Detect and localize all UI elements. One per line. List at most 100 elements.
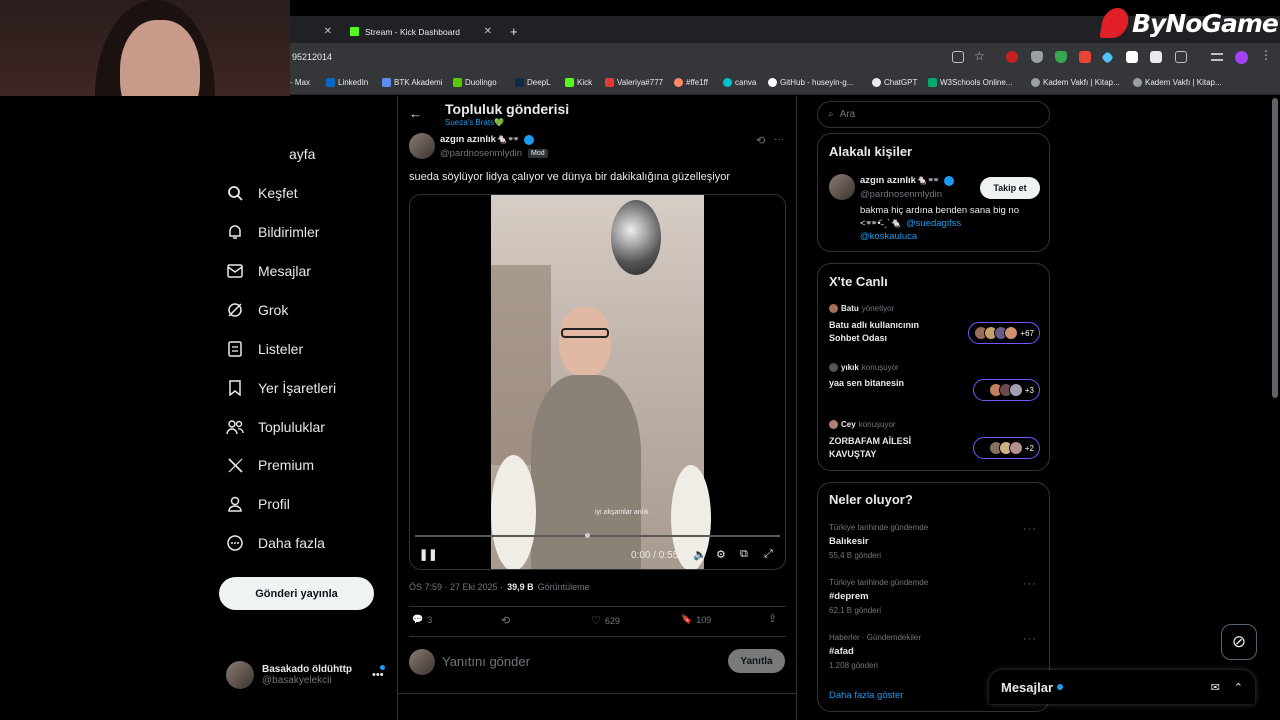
close-tab-icon[interactable]: ✕ [484,26,492,37]
sidebar-item-bookmarks[interactable]: Yer İşaretleri [226,379,336,397]
trend-more-icon[interactable]: ··· [1023,523,1037,535]
progress-handle[interactable] [585,533,590,538]
video-caption: iyi akşamlar anlık [595,509,649,516]
divider [409,606,786,607]
bookmark-item[interactable]: GitHub - huseyin-g... [768,78,853,87]
fullscreen-icon[interactable]: ⤢ [764,548,773,561]
deepl-icon [515,78,524,87]
bookmark-item[interactable]: - Max [290,78,310,87]
video-player[interactable]: iyi akşamlar anlık ❚❚ 0:00 / 0:55 🔈 ⚙ ⧉ … [409,194,786,570]
live-space-item[interactable]: Batu yönetiyor Batu adlı kullanıcının Soh… [829,304,1040,349]
bookmark-item[interactable]: canva [723,78,756,87]
abp-extension-icon[interactable] [1006,51,1018,63]
extension-icon[interactable] [1079,51,1091,63]
messages-dock[interactable]: Mesajlar ✉ ⌃ [989,670,1255,704]
show-more-link[interactable]: Daha fazla göster [829,690,903,701]
person-mention[interactable]: @koskauluca [860,231,917,242]
trend-item[interactable]: Türkiye tarihinde gündemde #deprem 62,1 … [829,578,1039,618]
live-space-item[interactable]: Cey konuşuyor ZORBAFAM AİLESİ KAVUŞTAY +2 [829,420,1040,465]
trend-more-icon[interactable]: ··· [1023,578,1037,590]
shield-green-icon[interactable] [1055,51,1067,63]
person-avatar[interactable] [829,174,855,200]
bookmark-item[interactable]: #ffe1ff [674,78,708,87]
trend-item[interactable]: Haberler · Gündemdekiler #afad 1.208 gön… [829,633,1039,673]
search-input[interactable]: Ara [840,109,856,120]
live-space-item[interactable]: yıkık konuşuyor yaa sen bitanesin +3 [829,363,1040,408]
new-tab-button[interactable]: + [502,20,526,43]
chevron-up-icon[interactable]: ⌃ [1234,681,1243,694]
bookmark-item[interactable]: Duolingo [453,78,497,87]
sidebar-item-messages[interactable]: Mesajlar [226,262,311,280]
x-icon [226,456,244,474]
author-name-row[interactable]: azgın azınlık🐁👓 [440,134,534,145]
sidebar-item-profile[interactable]: Profil [226,495,290,513]
bookmark-item[interactable]: BTK Akademi [382,78,442,87]
page-scrollbar[interactable] [1270,96,1280,720]
kebab-menu-icon[interactable]: ⋮ [1260,48,1272,62]
bookmark-item[interactable]: Kick [565,78,592,87]
reply-icon: 💬 [412,614,424,624]
more-icon[interactable]: ··· [774,134,784,145]
star-icon[interactable]: ☆ [974,49,986,63]
author-avatar[interactable] [409,133,435,159]
sidebar-item-explore[interactable]: Keşfet [226,184,298,202]
bookmark-item[interactable]: ChatGPT [872,78,917,87]
bookmark-item[interactable]: LinkedIn [326,78,368,87]
sidebar-item-premium[interactable]: Premium [226,456,314,474]
close-tab-icon[interactable]: ✕ [324,26,332,37]
bookmark-item[interactable]: Valeriya#777 [605,78,663,87]
puzzle-icon[interactable] [1175,51,1187,63]
extension-icon[interactable] [1150,51,1162,63]
host-avatar [829,420,838,429]
sidebar-item-notifications[interactable]: Bildirimler [226,223,319,241]
share-icon[interactable]: ⇪ [768,612,777,625]
scrollbar-thumb[interactable] [1272,98,1278,398]
url-field[interactable]: 95212014 [292,52,332,62]
back-arrow-icon[interactable]: ← [409,106,422,121]
trend-item[interactable]: Türkiye tarihinde gündemde Balıkesir 55,… [829,523,1039,563]
community-link[interactable]: Sueza's Brats💚 [445,118,504,127]
reply-action[interactable]: 💬 3 [412,614,432,625]
post-button[interactable]: Gönderi yayınla [219,577,374,610]
reply-button[interactable]: Yanıtla [728,649,785,673]
list-icon [226,340,244,358]
bookmark-item[interactable]: Kadem Vakfı | Kitap... [1031,78,1120,87]
repost-action[interactable]: ⟲ [501,614,514,627]
video-progress-bar[interactable] [415,533,780,538]
like-action[interactable]: ♡ 629 [591,614,620,627]
volume-icon[interactable]: 🔈 [693,548,707,561]
grok-fab-button[interactable]: ⊘ [1221,624,1257,660]
search-box[interactable]: ⌕ Ara [817,101,1050,128]
relevant-people-card: Alakalı kişiler azgın azınlık🐁👓 @pardnos… [817,133,1050,252]
account-switcher[interactable]: Basakado öldühttp @basakyelekcii ••• [226,660,396,690]
sidebar-item-more[interactable]: Daha fazla [226,534,325,552]
trend-more-icon[interactable]: ··· [1023,633,1037,645]
pause-icon[interactable]: ❚❚ [419,548,437,561]
extension-icon[interactable] [1126,51,1138,63]
bookmark-item[interactable]: W3Schools Online... [928,78,1012,87]
browser-tab-kick[interactable]: Stream - Kick Dashboard ✕ [342,20,500,43]
page-title: Topluluk gönderisi [445,101,570,117]
media-icon[interactable] [1211,53,1223,61]
grok-icon[interactable]: ⟲ [756,134,765,147]
bookmark-item[interactable]: Kadem Vakfı | Kitap... [1133,78,1222,87]
person-name[interactable]: azgın azınlık🐁👓 [860,175,954,186]
shield-extension-icon[interactable] [1031,51,1043,63]
bookmark-item[interactable]: DeepL [515,78,551,87]
settings-gear-icon[interactable]: ⚙ [716,548,726,561]
sidebar-item-home[interactable]: ayfa [289,146,315,162]
sidebar-item-communities[interactable]: Topluluklar [226,418,325,436]
live-title: X'te Canlı [829,274,888,289]
profile-avatar[interactable] [1235,51,1248,64]
sidebar-item-lists[interactable]: Listeler [226,340,303,358]
divider [409,636,786,637]
follow-button[interactable]: Takip et [980,177,1040,199]
reply-input[interactable]: Yanıtını gönder [442,654,530,669]
sidebar-item-grok[interactable]: Grok [226,301,288,319]
new-message-icon[interactable]: ✉ [1211,681,1220,694]
bookmark-action[interactable]: 🔖 109 [681,614,711,625]
extension-icon[interactable] [1101,51,1114,64]
browser-tab[interactable]: ✕ [290,20,340,43]
install-app-icon[interactable] [952,51,964,63]
pip-icon[interactable]: ⧉ [740,548,748,561]
